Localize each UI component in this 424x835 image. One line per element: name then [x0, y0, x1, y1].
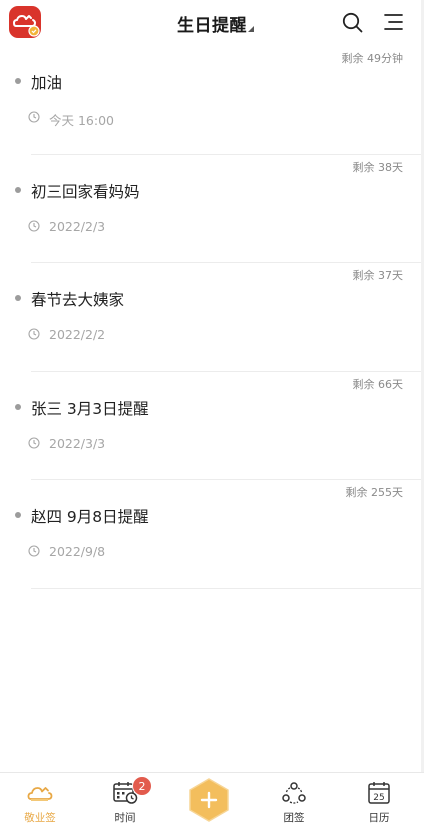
list-item[interactable]: 剩余 66天 张三 3月3日提醒 2022/3/3	[0, 372, 424, 480]
team-icon	[282, 782, 306, 804]
notification-badge: 2	[132, 776, 152, 796]
reminder-list: 剩余 49分钟 加油 今天 16:00 剩余 38天 初三回家看妈妈 2022/…	[0, 46, 424, 589]
bullet-dot	[15, 78, 21, 84]
clock-icon	[28, 436, 40, 449]
reminder-date: 2022/9/8	[49, 544, 106, 559]
list-item[interactable]: 剩余 38天 初三回家看妈妈 2022/2/3	[0, 155, 424, 263]
search-icon[interactable]	[342, 12, 363, 33]
clock-icon	[28, 545, 40, 557]
reminder-date: 2022/3/3	[49, 435, 106, 451]
header-bar: 生日提醒	[0, 0, 424, 46]
reminder-title: 张三 3月3日提醒	[31, 399, 149, 418]
remaining-time: 剩余 66天	[352, 377, 404, 391]
calendar-day-number: 25	[373, 793, 384, 803]
list-item[interactable]: 剩余 37天 春节去大姨家 2022/2/2	[0, 263, 424, 372]
bullet-dot	[15, 403, 21, 410]
reminder-title: 初三回家看妈妈	[31, 182, 140, 201]
caret-down-icon[interactable]	[248, 26, 254, 32]
remaining-time: 剩余 37天	[352, 269, 404, 282]
list-item[interactable]: 剩余 255天 赵四 9月8日提醒 2022/9/8	[0, 480, 424, 589]
tab-label: 团签	[283, 812, 305, 824]
clock-icon	[28, 219, 40, 232]
list-item[interactable]: 剩余 49分钟 加油 今天 16:00	[0, 46, 424, 155]
remaining-time: 剩余 255天	[345, 486, 404, 499]
tab-calendar[interactable]: 25 日历	[339, 773, 419, 835]
bullet-dot	[15, 512, 21, 518]
tab-team[interactable]: 团签	[254, 773, 334, 835]
reminder-title: 赵四 9月8日提醒	[31, 508, 149, 526]
bullet-dot	[15, 186, 21, 193]
divider	[31, 587, 424, 589]
calendar-icon: 25	[368, 782, 390, 804]
tab-label: 敬业签	[24, 812, 56, 824]
reminder-date: 2022/2/2	[49, 327, 106, 342]
clock-icon	[28, 328, 40, 340]
clock-icon	[28, 111, 40, 123]
reminder-date: 今天 16:00	[49, 113, 114, 128]
tab-label: 日历	[368, 812, 390, 824]
remaining-time: 剩余 38天	[352, 160, 404, 174]
bullet-dot	[15, 295, 21, 301]
tab-label: 时间	[114, 812, 136, 824]
add-button[interactable]	[188, 778, 230, 822]
cloud-logo-icon[interactable]	[9, 6, 41, 38]
cloud-icon	[27, 787, 53, 801]
remaining-time: 剩余 49分钟	[341, 52, 404, 65]
tab-time[interactable]: 时间	[85, 773, 165, 835]
reminder-title: 加油	[31, 74, 63, 92]
tab-jingyeqian[interactable]: 敬业签	[0, 773, 80, 835]
page-title[interactable]: 生日提醒	[177, 11, 247, 36]
reminder-title: 春节去大姨家	[31, 291, 125, 309]
reminder-date: 2022/2/3	[49, 218, 106, 234]
menu-icon[interactable]	[384, 13, 403, 31]
